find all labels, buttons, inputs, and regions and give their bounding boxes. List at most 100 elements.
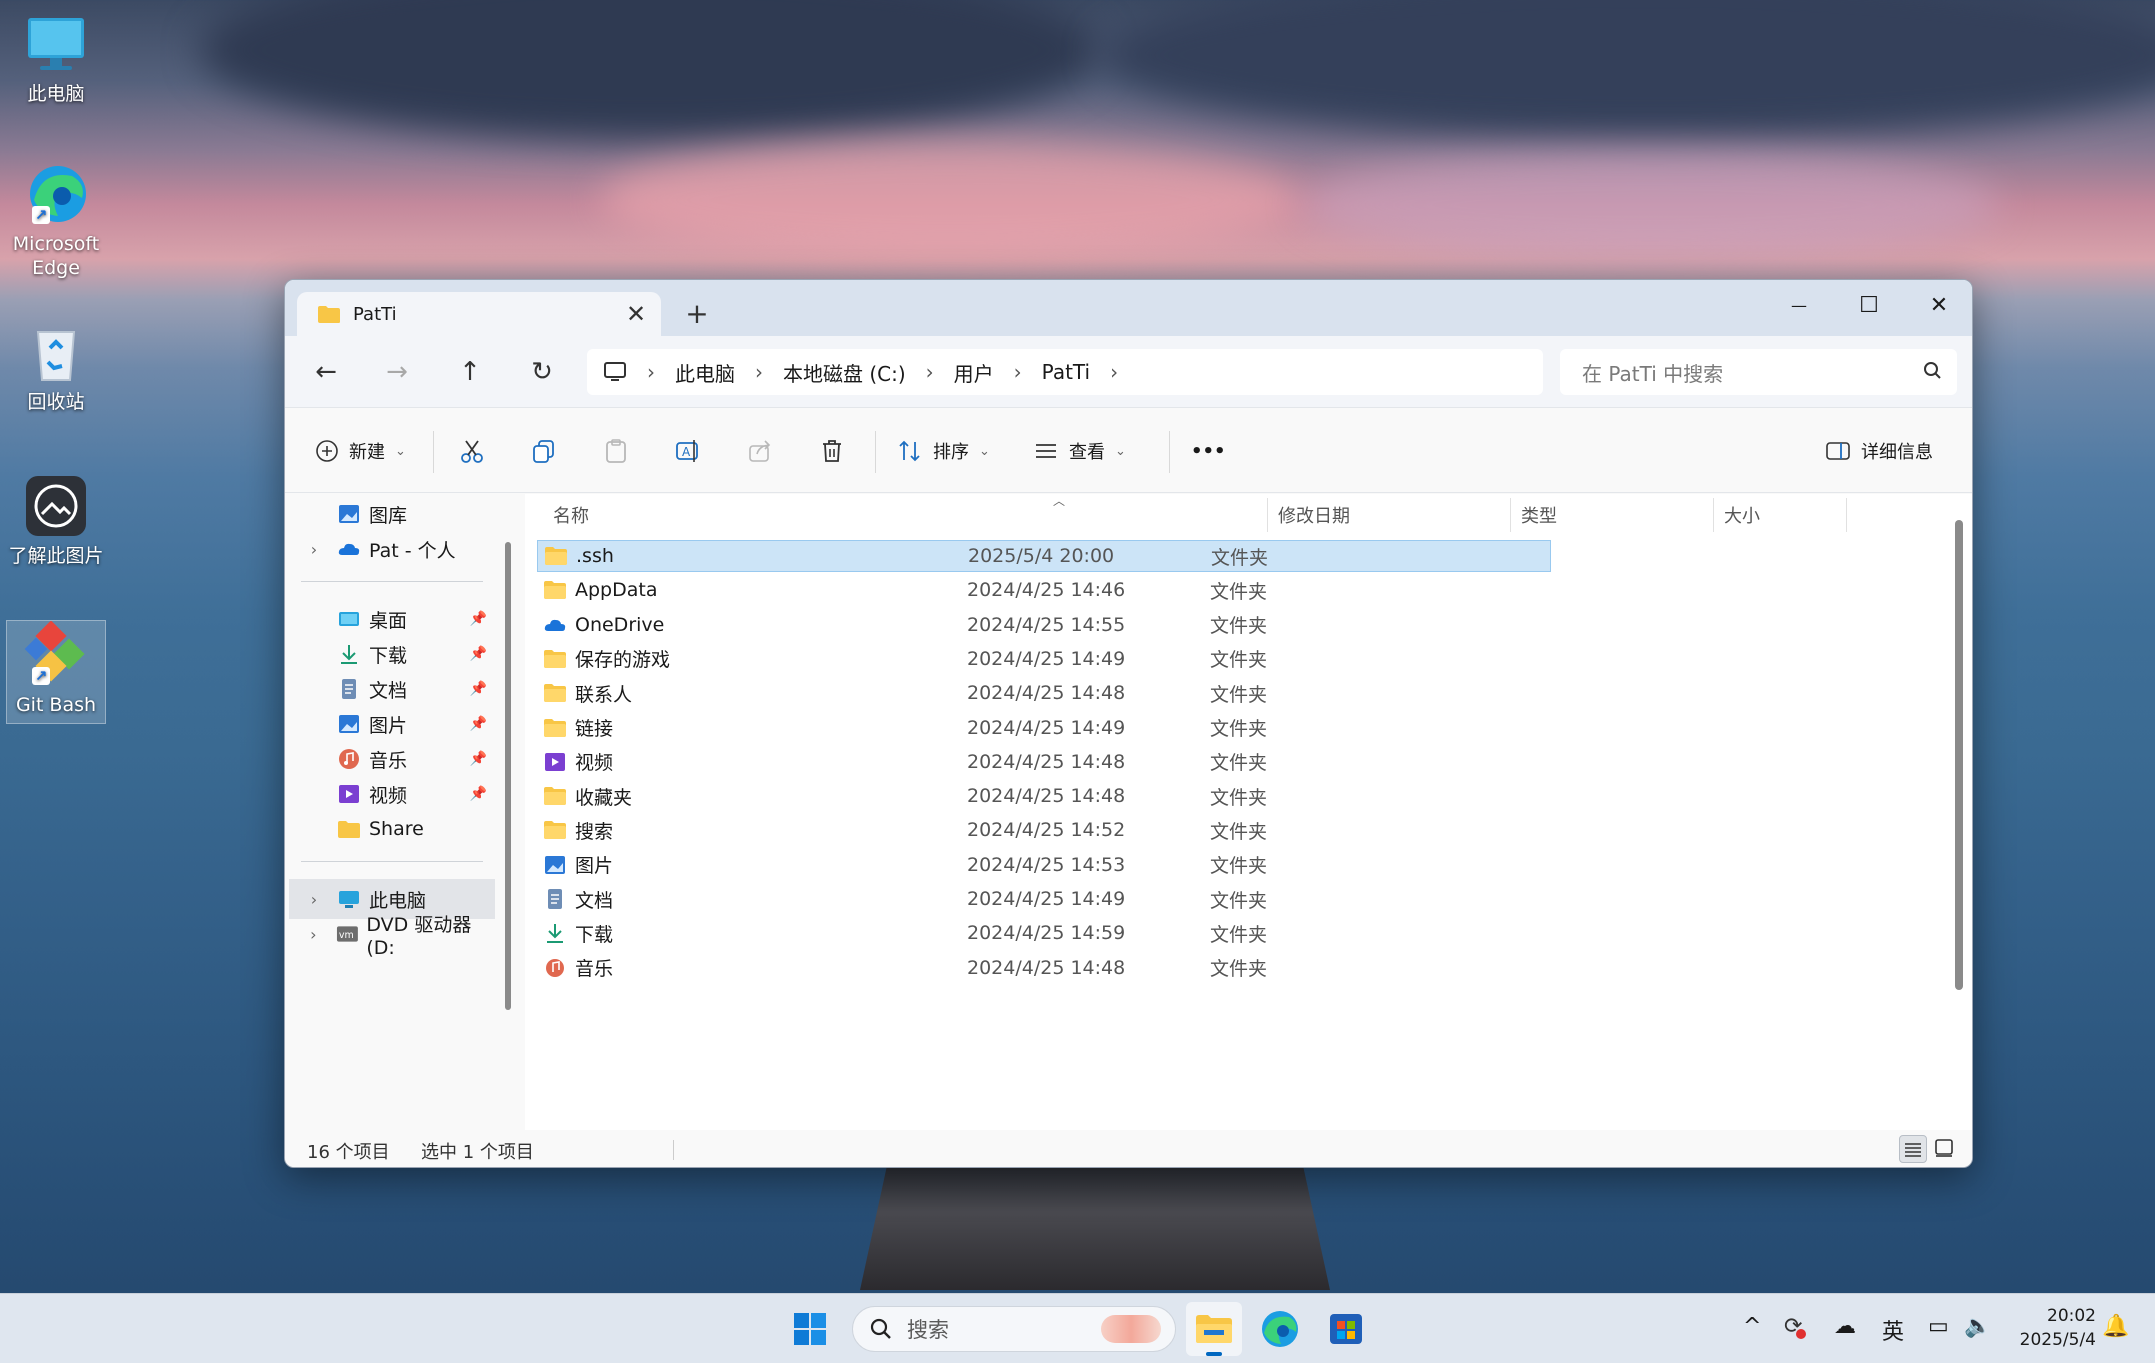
file-modified-date: 2024/4/25 14:52 <box>967 819 1126 842</box>
file-explorer-window: PatTi ✕ + — ☐ ✕ ← → ↑ ↻ › 此电脑 › 本地磁盘 (C:… <box>284 279 1973 1168</box>
sidebar-item-music[interactable]: 音乐 📌 <box>299 739 499 779</box>
file-row[interactable]: 链接 2024/4/25 14:49 文件夹 <box>537 712 1551 744</box>
back-button[interactable]: ← <box>301 354 351 390</box>
file-row[interactable]: AppData 2024/4/25 14:46 文件夹 <box>537 574 1551 606</box>
sidebar-item-desktop[interactable]: 桌面 📌 <box>299 599 499 639</box>
file-row[interactable]: 保存的游戏 2024/4/25 14:49 文件夹 <box>537 643 1551 675</box>
file-row[interactable]: 文档 2024/4/25 14:49 文件夹 <box>537 883 1551 915</box>
minimize-button[interactable]: — <box>1764 288 1834 324</box>
breadcrumb-patti[interactable]: PatTi <box>1042 360 1090 384</box>
forward-button[interactable]: → <box>372 354 422 390</box>
new-button[interactable]: 新建 ⌄ <box>315 431 406 471</box>
refresh-button[interactable]: ↻ <box>517 354 567 390</box>
tray-overflow-chevron-icon[interactable]: ^ <box>1743 1314 1761 1339</box>
sidebar-item-videos[interactable]: 视频 📌 <box>299 774 499 814</box>
file-row[interactable]: 搜索 2024/4/25 14:52 文件夹 <box>537 814 1551 846</box>
view-button[interactable]: 查看 ⌄ <box>1033 431 1126 471</box>
tab-close-button[interactable]: ✕ <box>619 300 653 328</box>
details-pane-button[interactable]: 详细信息 <box>1825 431 1933 471</box>
close-window-button[interactable]: ✕ <box>1904 288 1972 324</box>
onedrive-tray-icon[interactable]: ☁ <box>1834 1314 1856 1339</box>
up-button[interactable]: ↑ <box>445 354 495 390</box>
file-row[interactable]: 音乐 2024/4/25 14:48 文件夹 <box>537 952 1551 984</box>
sync-status-icon[interactable]: ⟳ <box>1784 1314 1807 1339</box>
chevron-right-icon[interactable]: › <box>299 890 329 909</box>
file-row[interactable]: OneDrive 2024/4/25 14:55 文件夹 <box>537 609 1551 641</box>
chevron-down-icon: ⌄ <box>1115 443 1126 459</box>
share-button[interactable] <box>747 431 773 471</box>
desktop-icon-learn-picture[interactable]: 了解此图片 <box>6 472 106 568</box>
file-list-scrollbar[interactable] <box>1955 520 1963 990</box>
sidebar-item-gallery[interactable]: 图库 <box>299 494 499 534</box>
new-tab-button[interactable]: + <box>677 296 717 332</box>
ime-indicator[interactable]: 英 <box>1882 1314 1904 1346</box>
pictures-icon <box>339 715 359 733</box>
volume-icon[interactable]: 🔈 <box>1964 1314 1991 1339</box>
tab-patti[interactable]: PatTi ✕ <box>297 292 661 336</box>
details-view-button[interactable] <box>1899 1135 1927 1163</box>
navigation-pane: 图库 › Pat - 个人 桌面 📌 下载 📌 文档 📌 图片 📌 音乐 📌 视… <box>285 494 500 1130</box>
sidebar-item-onedrive[interactable]: › Pat - 个人 <box>299 529 499 569</box>
breadcrumb-local-disk[interactable]: 本地磁盘 (C:) <box>783 358 906 387</box>
selected-count: 选中 1 个项目 <box>421 1142 534 1163</box>
sidebar-item-label: 图片 <box>369 714 408 737</box>
file-type: 文件夹 <box>1210 718 1268 740</box>
breadcrumb[interactable]: › 此电脑 › 本地磁盘 (C:) › 用户 › PatTi › <box>587 349 1543 395</box>
start-button[interactable] <box>782 1302 838 1356</box>
rename-button[interactable]: A <box>675 431 701 471</box>
delete-button[interactable] <box>819 431 845 471</box>
breadcrumb-separator[interactable]: › <box>1110 360 1118 384</box>
cut-button[interactable] <box>459 431 485 471</box>
breadcrumb-this-pc[interactable]: 此电脑 <box>675 358 735 387</box>
sidebar-item-documents[interactable]: 文档 📌 <box>299 669 499 709</box>
breadcrumb-separator: › <box>925 360 934 384</box>
tiles-view-button[interactable] <box>1931 1135 1959 1163</box>
pin-icon: 📌 <box>469 716 487 732</box>
chevron-right-icon[interactable]: › <box>299 925 328 944</box>
toolbar-divider <box>875 431 876 473</box>
file-row[interactable]: 图片 2024/4/25 14:53 文件夹 <box>537 849 1551 881</box>
desktop-icon-git-bash[interactable]: ↗ Git Bash <box>6 620 106 724</box>
network-icon[interactable]: ▭ <box>1928 1314 1949 1339</box>
file-type: 文件夹 <box>1210 580 1268 603</box>
column-header-name[interactable]: 名称 <box>545 494 855 536</box>
sidebar-item-dvd-drive[interactable]: › vm DVD 驱动器 (D: <box>299 914 499 959</box>
taskbar-file-explorer[interactable] <box>1186 1302 1242 1356</box>
file-row[interactable]: 下载 2024/4/25 14:59 文件夹 <box>537 917 1551 949</box>
taskbar-edge[interactable] <box>1252 1302 1308 1356</box>
notification-bell-icon[interactable]: 🔔 <box>2102 1314 2129 1339</box>
details-label: 详细信息 <box>1861 442 1933 463</box>
sort-button[interactable]: 排序 ⌄ <box>897 431 990 471</box>
taskbar-store[interactable] <box>1318 1302 1374 1356</box>
breadcrumb-users[interactable]: 用户 <box>954 358 994 387</box>
chevron-down-icon: ⌄ <box>395 443 406 459</box>
copy-button[interactable] <box>531 431 557 471</box>
column-header-size[interactable]: 大小 <box>1716 494 1846 536</box>
paste-button[interactable] <box>603 431 629 471</box>
sidebar-item-downloads[interactable]: 下载 📌 <box>299 634 499 674</box>
address-bar: ← → ↑ ↻ › 此电脑 › 本地磁盘 (C:) › 用户 › PatTi ›… <box>285 336 1972 408</box>
videos-icon <box>339 785 359 803</box>
file-name: 音乐 <box>575 958 614 981</box>
file-row[interactable]: 收藏夹 2024/4/25 14:48 文件夹 <box>537 780 1551 812</box>
file-row[interactable]: 联系人 2024/4/25 14:48 文件夹 <box>537 677 1551 709</box>
maximize-button[interactable]: ☐ <box>1834 288 1904 324</box>
sidebar-item-pictures[interactable]: 图片 📌 <box>299 704 499 744</box>
search-input[interactable]: 在 PatTi 中搜索 <box>1560 349 1957 395</box>
desktop-icon-recycle-bin[interactable]: 回收站 <box>6 318 106 414</box>
desktop-icon-edge[interactable]: ↗ Microsoft Edge <box>6 160 106 280</box>
more-options-button[interactable]: ••• <box>1191 431 1226 471</box>
edge-icon: ↗ <box>22 160 90 228</box>
desktop-icon-this-pc[interactable]: 此电脑 <box>6 10 106 106</box>
column-header-date[interactable]: 修改日期 <box>1270 494 1510 536</box>
folder-icon <box>543 718 567 738</box>
chevron-right-icon[interactable]: › <box>299 540 329 559</box>
file-row[interactable]: .ssh 2025/5/4 20:00 文件夹 <box>537 540 1551 572</box>
clock[interactable]: 20:02 2025/5/4 <box>2010 1304 2096 1352</box>
taskbar-search-box[interactable]: 搜索 <box>852 1306 1176 1352</box>
sidebar-item-label: 文档 <box>369 679 408 702</box>
file-row[interactable]: 视频 2024/4/25 14:48 文件夹 <box>537 746 1551 778</box>
sidebar-item-share[interactable]: Share <box>299 809 499 849</box>
navigation-scrollbar[interactable] <box>505 542 511 1010</box>
column-header-type[interactable]: 类型 <box>1513 494 1713 536</box>
